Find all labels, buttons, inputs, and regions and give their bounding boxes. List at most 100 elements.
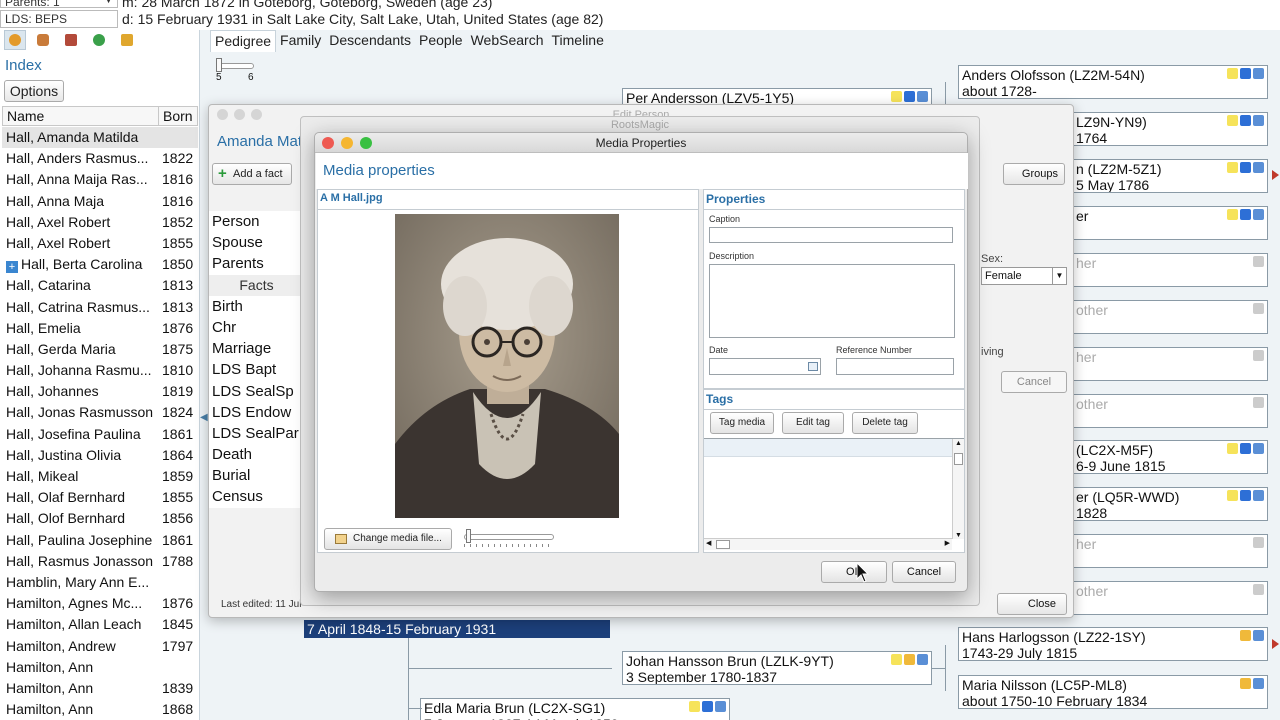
fact-row-parents[interactable]: Parents: [209, 253, 301, 274]
scroll-up-icon[interactable]: ▲: [955, 440, 962, 447]
status-icon[interactable]: [1253, 256, 1264, 267]
caption-input[interactable]: [709, 227, 953, 243]
index-row[interactable]: Hamblin, Mary Ann E...: [2, 572, 198, 593]
tab-descendants[interactable]: Descendants: [325, 30, 415, 52]
index-row[interactable]: Hall, Olof Bernhard 1856: [2, 508, 198, 529]
index-row[interactable]: Hall, Catarina 1813: [2, 275, 198, 296]
cancel-button[interactable]: Cancel: [892, 561, 956, 583]
status-icon[interactable]: [904, 91, 915, 102]
name-column-header[interactable]: Name: [7, 108, 44, 124]
vertical-scrollbar[interactable]: ▲ ▼: [952, 439, 964, 539]
tag-list[interactable]: ▲ ▼ ◀ ▶: [704, 438, 964, 550]
fact-row-marriage[interactable]: Marriage: [209, 338, 301, 359]
pedigree-person-box[interactable]: her: [1072, 253, 1268, 287]
index-row[interactable]: Hall, Axel Robert 1855: [2, 233, 198, 254]
pedigree-person-box[interactable]: Hans Harlogsson (LZ22-1SY) 1743-29 July 1…: [958, 627, 1268, 661]
fact-row-spouse[interactable]: Spouse: [209, 232, 301, 253]
status-icon[interactable]: [1240, 162, 1251, 173]
status-icon[interactable]: [715, 701, 726, 712]
status-icon[interactable]: [1253, 490, 1264, 501]
generations-slider[interactable]: 5 6: [216, 58, 256, 84]
edit-person-cancel-button[interactable]: Cancel: [1001, 371, 1067, 393]
index-row[interactable]: Hall, Johanna Rasmu... 1810: [2, 360, 198, 381]
index-row[interactable]: Hall, Jonas Rasmusson 1824: [2, 402, 198, 423]
scroll-thumb[interactable]: [954, 453, 963, 465]
tab-pedigree[interactable]: Pedigree: [210, 30, 277, 52]
sex-select[interactable]: Female ▼: [981, 267, 1067, 285]
fact-row-chr[interactable]: Chr: [209, 317, 301, 338]
places-icon[interactable]: [88, 30, 110, 50]
fact-row-lds-endow[interactable]: LDS Endow: [209, 402, 301, 423]
status-icon[interactable]: [904, 654, 915, 665]
index-row[interactable]: Hall, Mikeal 1859: [2, 466, 198, 487]
families-icon[interactable]: [32, 30, 54, 50]
status-icon[interactable]: [917, 91, 928, 102]
slider-knob[interactable]: [466, 529, 471, 543]
status-icon[interactable]: [917, 654, 928, 665]
index-row[interactable]: + Hall, Berta Carolina 1850: [2, 254, 198, 275]
tab-people[interactable]: People: [415, 30, 467, 52]
status-icon[interactable]: [1253, 350, 1264, 361]
tag-list-row[interactable]: [704, 439, 952, 457]
fact-row-death[interactable]: Death: [209, 444, 301, 465]
options-button[interactable]: Options: [4, 80, 64, 102]
pedigree-person-box[interactable]: Anders Olofsson (LZ2M-54N) about 1728-: [958, 65, 1268, 99]
index-row[interactable]: Hall, Axel Robert 1852: [2, 212, 198, 233]
status-icon[interactable]: [1253, 397, 1264, 408]
status-icon[interactable]: [1253, 537, 1264, 548]
index-row[interactable]: Hall, Amanda Matilda: [2, 127, 198, 149]
pedigree-person-box[interactable]: Edla Maria Brun (LC2X-SG1)7 January 1807…: [420, 698, 730, 720]
scroll-right-icon[interactable]: ▶: [945, 539, 950, 547]
pedigree-person-box[interactable]: n (LZ2M-5Z1) 5 May 1786: [1072, 159, 1268, 193]
born-column-header[interactable]: Born: [163, 108, 193, 124]
fact-row-burial[interactable]: Burial: [209, 465, 301, 486]
status-icon[interactable]: [689, 701, 700, 712]
status-icon[interactable]: [891, 91, 902, 102]
tab-timeline[interactable]: Timeline: [548, 30, 608, 52]
status-icon[interactable]: [1253, 630, 1264, 641]
description-textarea[interactable]: [709, 264, 955, 338]
status-icon[interactable]: [1240, 68, 1251, 79]
index-row[interactable]: Hall, Anna Maija Ras... 1816: [2, 169, 198, 190]
index-row[interactable]: Hamilton, Allan Leach 1845: [2, 614, 198, 635]
status-icon[interactable]: [1253, 584, 1264, 595]
scroll-thumb[interactable]: [716, 540, 730, 549]
pedigree-person-box[interactable]: Maria Nilsson (LC5P-ML8) about 1750-10 Fe…: [958, 675, 1268, 709]
pedigree-person-box[interactable]: LZ9N-YN9) 1764: [1072, 112, 1268, 146]
status-icon[interactable]: [1253, 162, 1264, 173]
fact-row-lds-sealpar[interactable]: LDS SealPar: [209, 423, 301, 444]
groups-button[interactable]: Groups: [1003, 163, 1065, 185]
pedigree-person-box[interactable]: (LC2X-M5F) 6-9 June 1815: [1072, 440, 1268, 474]
ok-button[interactable]: OK: [821, 561, 887, 583]
status-icon[interactable]: [1253, 678, 1264, 689]
change-media-file-button[interactable]: Change media file...: [324, 528, 452, 550]
reference-number-input[interactable]: [836, 358, 954, 375]
status-icon[interactable]: [1253, 209, 1264, 220]
status-icon[interactable]: [1227, 443, 1238, 454]
status-icon[interactable]: [1253, 115, 1264, 126]
tab-websearch[interactable]: WebSearch: [467, 30, 548, 52]
scroll-left-icon[interactable]: ◀: [706, 539, 711, 547]
index-row[interactable]: Hall, Catrina Rasmus... 1813: [2, 297, 198, 318]
close-button[interactable]: Close: [997, 593, 1067, 615]
status-icon[interactable]: [1227, 162, 1238, 173]
index-row[interactable]: Hamilton, Ann 1839: [2, 678, 198, 699]
date-input[interactable]: [709, 358, 821, 375]
more-ancestors-arrow-icon[interactable]: [1272, 170, 1279, 180]
index-row[interactable]: Hamilton, Agnes Mc... 1876: [2, 593, 198, 614]
index-row[interactable]: Hall, Rasmus Jonasson 1788: [2, 551, 198, 572]
fact-row-lds-bapt[interactable]: LDS Bapt: [209, 359, 301, 380]
status-icon[interactable]: [1253, 443, 1264, 454]
status-icon[interactable]: [1240, 209, 1251, 220]
parents-dropdown[interactable]: Parents: 1 ▼: [0, 0, 118, 9]
status-icon[interactable]: [1240, 115, 1251, 126]
fact-row-birth[interactable]: Birth: [209, 296, 301, 317]
scroll-down-icon[interactable]: ▼: [955, 532, 962, 539]
status-icon[interactable]: [1227, 490, 1238, 501]
tab-family[interactable]: Family: [276, 30, 325, 52]
index-row[interactable]: Hall, Josefina Paulina 1861: [2, 424, 198, 445]
fact-row-person[interactable]: Person: [209, 211, 301, 232]
tag-media-button[interactable]: Tag media: [710, 412, 774, 434]
sources-icon[interactable]: [60, 30, 82, 50]
status-icon[interactable]: [1240, 630, 1251, 641]
